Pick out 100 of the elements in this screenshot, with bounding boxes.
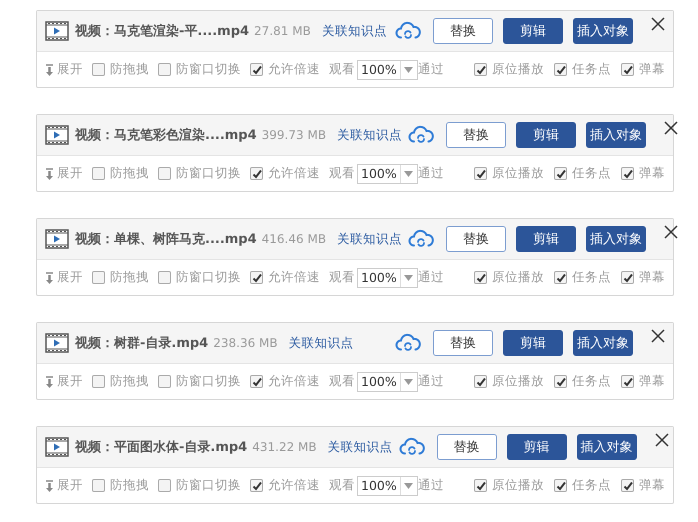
checkbox[interactable] (250, 375, 263, 388)
related-knowledge-link[interactable]: 关联知识点 (328, 438, 393, 456)
checkbox[interactable] (474, 479, 487, 492)
speed-dropdown[interactable]: 100% (357, 268, 418, 288)
video-file-icon (45, 125, 69, 145)
insert-button[interactable]: 插入对象 (576, 434, 637, 460)
speed-dropdown[interactable]: 100% (357, 372, 418, 392)
checkbox-label: 允许倍速 (268, 61, 320, 78)
close-button[interactable] (651, 329, 665, 343)
checkbox-label: 原位播放 (492, 61, 544, 78)
insert-button[interactable]: 插入对象 (573, 330, 633, 356)
pass-label: 通过 (418, 477, 444, 494)
close-button[interactable] (664, 121, 678, 135)
speed-dropdown[interactable]: 100% (357, 60, 418, 80)
replace-button[interactable]: 替换 (433, 18, 493, 44)
close-button[interactable] (664, 225, 678, 239)
checkbox-label: 允许倍速 (268, 477, 320, 494)
video-title: 视频：马克笔彩色渲染....mp4 (75, 126, 257, 144)
edit-button[interactable]: 剪辑 (503, 18, 563, 44)
speed-dropdown[interactable]: 100% (357, 476, 418, 496)
file-size: 27.81 MB (254, 24, 311, 38)
checkbox[interactable] (250, 479, 263, 492)
edit-button[interactable]: 剪辑 (516, 122, 576, 148)
insert-button[interactable]: 插入对象 (586, 226, 646, 252)
replace-button[interactable]: 替换 (436, 434, 497, 460)
close-button[interactable] (654, 433, 669, 447)
checkbox-label: 任务点 (572, 269, 611, 286)
checkbox[interactable] (554, 167, 567, 180)
checkbox-label: 防窗口切换 (176, 477, 241, 494)
down-arrow-icon (45, 480, 54, 492)
watch-label: 观看 (329, 373, 355, 390)
related-knowledge-link[interactable]: 关联知识点 (337, 230, 402, 248)
watch-label: 观看 (329, 165, 355, 182)
related-knowledge-link[interactable]: 关联知识点 (322, 22, 387, 40)
checkbox[interactable] (158, 271, 171, 284)
down-arrow-icon (45, 64, 54, 76)
checkbox[interactable] (474, 63, 487, 76)
checkbox[interactable] (474, 167, 487, 180)
cloud-icon[interactable] (395, 21, 421, 41)
checkbox[interactable] (621, 479, 634, 492)
down-arrow-icon (45, 376, 54, 388)
checkbox-label: 弹幕 (639, 477, 665, 494)
checkbox[interactable] (92, 271, 105, 284)
caret-icon (404, 274, 414, 280)
file-size: 399.73 MB (262, 128, 326, 142)
checkbox[interactable] (250, 271, 263, 284)
video-file-icon (45, 229, 69, 249)
close-button[interactable] (651, 17, 665, 31)
related-knowledge-link[interactable]: 关联知识点 (288, 334, 354, 352)
checkbox[interactable] (554, 271, 567, 284)
checkbox-label: 弹幕 (639, 373, 665, 390)
cloud-icon[interactable] (408, 125, 434, 145)
insert-button[interactable]: 插入对象 (586, 122, 646, 148)
checkbox[interactable] (92, 375, 105, 388)
related-knowledge-link[interactable]: 关联知识点 (337, 126, 402, 144)
checkbox[interactable] (554, 479, 567, 492)
checkbox[interactable] (250, 167, 263, 180)
checkbox-label: 允许倍速 (268, 269, 320, 286)
checkbox-label: 防拖拽 (110, 61, 149, 78)
speed-dropdown[interactable]: 100% (357, 164, 418, 184)
checkbox-label: 原位播放 (492, 477, 544, 494)
checkbox-label: 允许倍速 (268, 165, 320, 182)
checkbox[interactable] (158, 375, 171, 388)
checkbox[interactable] (92, 479, 105, 492)
checkbox[interactable] (621, 167, 634, 180)
checkbox[interactable] (621, 375, 634, 388)
video-title: 视频：树群-自录.mp4 (75, 335, 208, 352)
edit-button[interactable]: 剪辑 (516, 226, 576, 252)
checkbox-label: 弹幕 (639, 61, 665, 78)
checkbox[interactable] (250, 63, 263, 76)
edit-button[interactable]: 剪辑 (506, 434, 567, 460)
file-size: 416.46 MB (262, 232, 326, 246)
checkbox[interactable] (621, 271, 634, 284)
checkbox[interactable] (474, 375, 487, 388)
checkbox[interactable] (554, 375, 567, 388)
cloud-icon[interactable] (408, 229, 434, 249)
replace-button[interactable]: 替换 (446, 226, 506, 252)
checkbox[interactable] (92, 167, 105, 180)
checkbox[interactable] (621, 63, 634, 76)
checkbox[interactable] (158, 479, 171, 492)
replace-button[interactable]: 替换 (433, 330, 493, 356)
insert-button[interactable]: 插入对象 (573, 18, 633, 44)
cloud-icon[interactable] (398, 437, 425, 457)
checkbox[interactable] (158, 63, 171, 76)
checkbox[interactable] (474, 271, 487, 284)
pass-label: 通过 (418, 165, 444, 182)
edit-button[interactable]: 剪辑 (503, 330, 563, 356)
checkbox-label: 防拖拽 (110, 269, 149, 286)
checkbox-label: 原位播放 (492, 373, 544, 390)
replace-button[interactable]: 替换 (446, 122, 506, 148)
checkbox[interactable] (158, 167, 171, 180)
checkbox[interactable] (92, 63, 105, 76)
checkbox-label: 任务点 (572, 373, 611, 390)
video-title: 视频：单棵、树阵马克....mp4 (75, 231, 257, 248)
video-file-icon (45, 21, 69, 41)
cloud-icon[interactable] (395, 333, 421, 353)
checkbox[interactable] (554, 63, 567, 76)
video-file-icon (45, 437, 69, 457)
file-size: 431.22 MB (252, 440, 317, 454)
file-size: 238.36 MB (213, 336, 278, 350)
